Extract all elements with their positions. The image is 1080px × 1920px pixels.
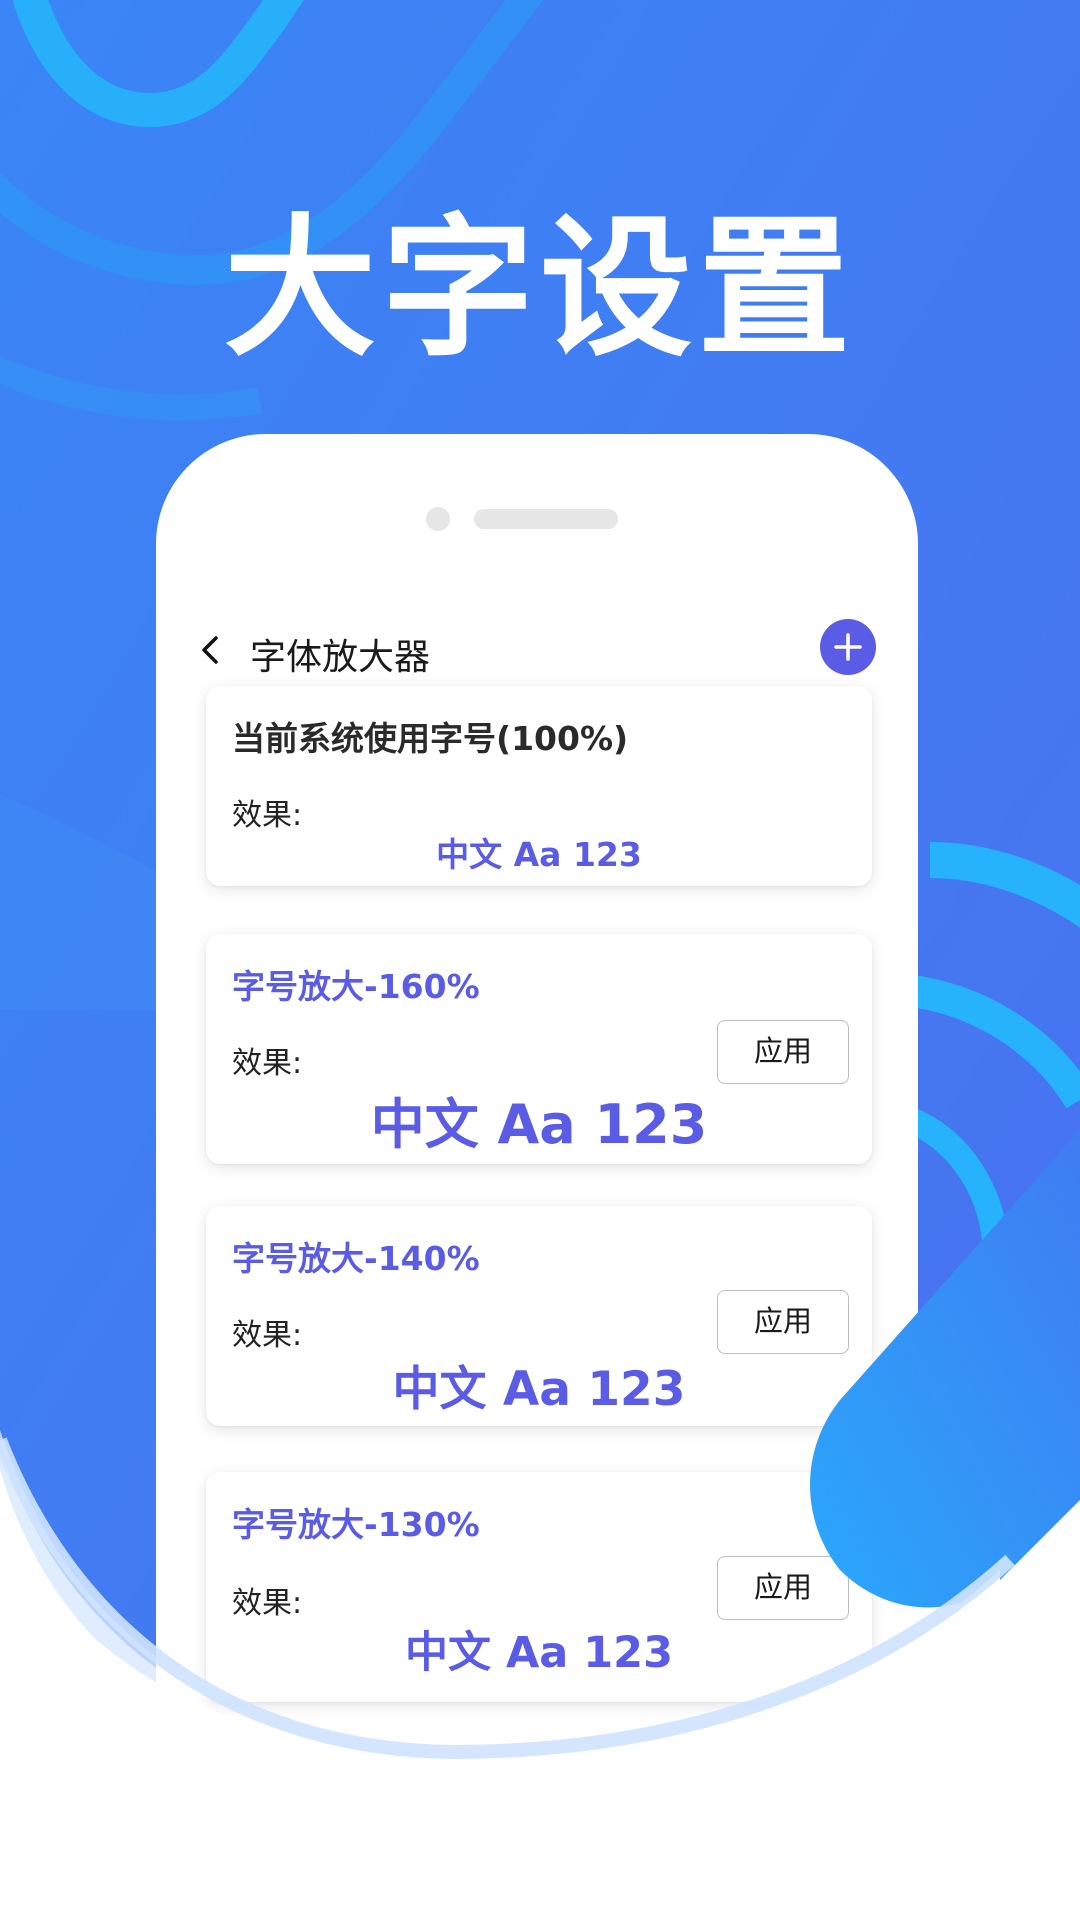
add-button[interactable] xyxy=(820,619,876,675)
size-option-title: 字号放大-140% xyxy=(232,1239,480,1278)
chevron-left-icon[interactable] xyxy=(198,634,226,666)
effect-label: 效果: xyxy=(232,1586,303,1621)
apply-button[interactable]: 应用 xyxy=(717,1020,849,1084)
app-title: 字体放大器 xyxy=(250,637,431,678)
phone-mockup: 字体放大器 当前系统使用字号(100%) 效果: 中文 Aa 123 字号放大-… xyxy=(156,434,918,1754)
sample-text: 中文 Aa 123 xyxy=(370,1093,708,1156)
phone-speaker xyxy=(474,509,618,529)
effect-label: 效果: xyxy=(232,1046,303,1081)
size-option-card: 字号放大-140% 效果: 应用 中文 Aa 123 xyxy=(206,1206,872,1426)
effect-label: 效果: xyxy=(232,1318,303,1353)
current-size-title: 当前系统使用字号(100%) xyxy=(232,719,629,758)
apply-button[interactable]: 应用 xyxy=(717,1556,849,1620)
size-option-title: 字号放大-160% xyxy=(232,967,480,1006)
phone-camera xyxy=(426,507,450,531)
size-option-card: 字号放大-160% 效果: 应用 中文 Aa 123 xyxy=(206,934,872,1164)
hero-title: 大字设置 xyxy=(224,200,856,377)
plus-icon xyxy=(834,633,862,661)
sample-text: 中文 Aa 123 xyxy=(392,1362,686,1417)
size-option-title: 字号放大-130% xyxy=(232,1505,480,1544)
sample-text: 中文 Aa 123 xyxy=(405,1628,673,1678)
size-option-card: 字号放大-130% 效果: 应用 中文 Aa 123 xyxy=(206,1472,872,1702)
sample-text: 中文 Aa 123 xyxy=(436,835,642,874)
apply-button[interactable]: 应用 xyxy=(717,1290,849,1354)
current-size-card: 当前系统使用字号(100%) 效果: 中文 Aa 123 xyxy=(206,686,872,886)
